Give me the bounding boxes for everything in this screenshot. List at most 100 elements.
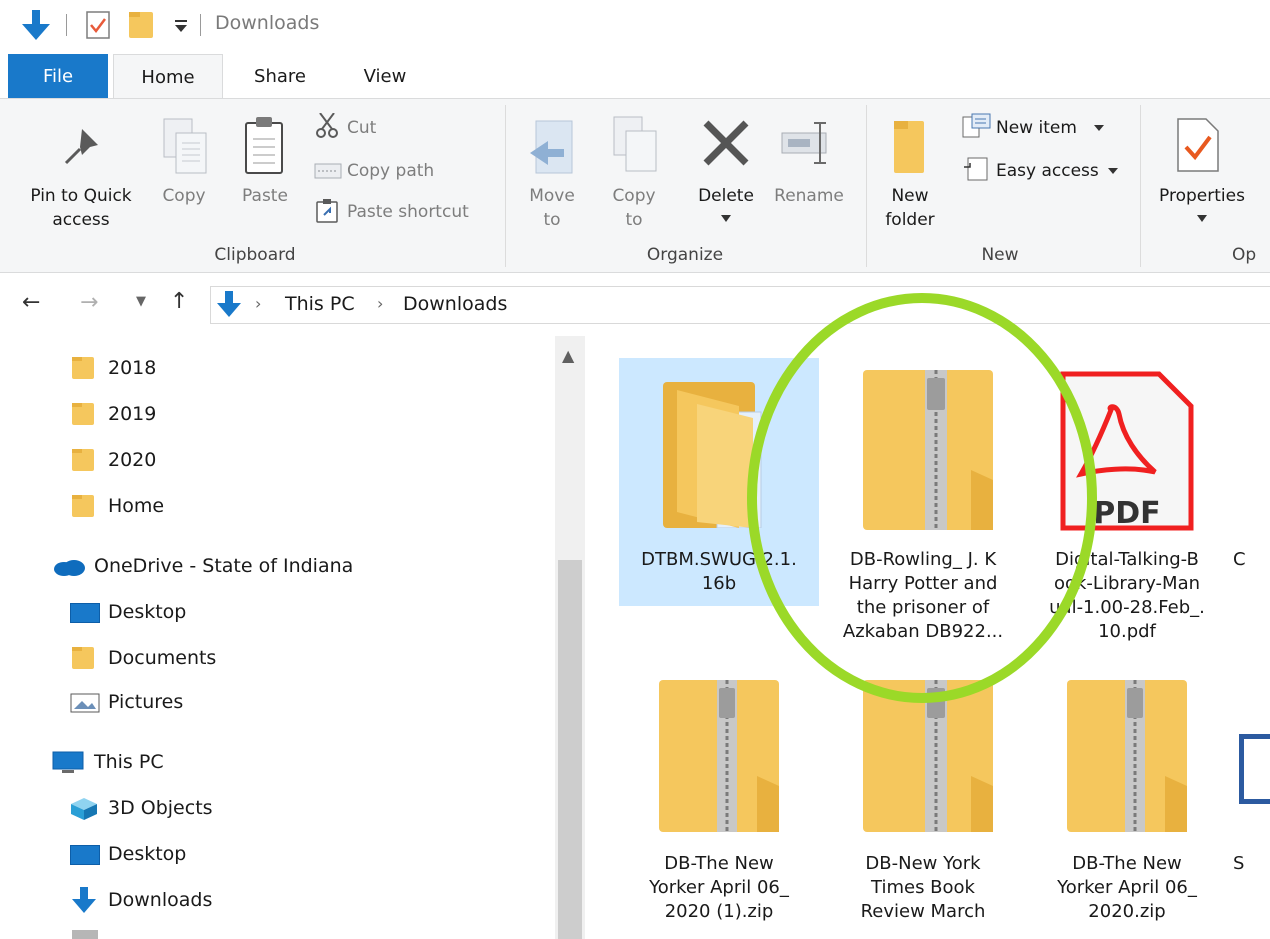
partial-sidebar-icon — [72, 930, 98, 939]
navigation-pane: 2018 2019 2020 Home OneDrive - State of … — [0, 336, 555, 939]
paste-label: Paste — [242, 186, 288, 206]
sidebar-item-onedrive-desktop[interactable]: Desktop — [0, 592, 555, 632]
new-group-label: New — [981, 245, 1019, 265]
paste-shortcut-icon — [316, 199, 338, 223]
sidebar-item-3d-objects[interactable]: 3D Objects — [0, 788, 555, 828]
file-item-partial-2[interactable]: S — [1233, 676, 1270, 939]
move-to-label-2: to — [543, 210, 561, 230]
up-arrow-icon[interactable]: ↑ — [170, 289, 188, 314]
file-name-line: Yorker April 06_ — [1057, 877, 1197, 898]
copy-path-icon — [314, 163, 342, 179]
folder-icon — [72, 449, 94, 471]
customize-toolbar-icon[interactable] — [174, 20, 188, 34]
rename-label: Rename — [774, 186, 844, 206]
new-item-icon — [962, 113, 991, 138]
file-item-new-yorker-1[interactable]: DB-The New Yorker April 06_ 2020 (1).zip — [621, 676, 817, 939]
back-arrow-icon[interactable]: ← — [22, 290, 40, 315]
folder-icon — [72, 495, 94, 517]
folder-icon — [72, 647, 94, 669]
cube-icon — [71, 798, 97, 820]
new-folder-label: New — [891, 186, 929, 206]
pin-label: Pin to Quick — [30, 186, 132, 206]
file-name-line: DB-New York — [865, 853, 981, 874]
sidebar-item-downloads[interactable]: Downloads — [0, 880, 555, 920]
file-item-partial-1[interactable]: C — [1233, 358, 1270, 668]
move-to-label: Move — [529, 186, 575, 206]
breadcrumb-downloads[interactable]: Downloads — [403, 293, 507, 315]
file-item-new-yorker-2[interactable]: DB-The New Yorker April 06_ 2020.zip — [1029, 676, 1225, 939]
copy-to-label: Copy — [612, 186, 656, 206]
file-name-line: C — [1233, 549, 1246, 570]
pin-icon — [64, 129, 98, 165]
clipboard-group-label: Clipboard — [214, 245, 296, 265]
new-folder-quick-icon[interactable] — [128, 11, 154, 39]
properties-label: Properties — [1159, 186, 1245, 206]
folder-icon — [894, 121, 924, 173]
properties-icon — [1177, 118, 1219, 172]
paste-shortcut-label: Paste shortcut — [347, 202, 469, 222]
breadcrumb-separator-icon: › — [377, 294, 384, 313]
download-arrow-icon — [217, 291, 241, 317]
file-name-line: S — [1233, 853, 1245, 874]
clipboard-icon — [245, 117, 283, 174]
move-to-icon — [530, 120, 573, 174]
ribbon-tabs: File Home Share View — [0, 54, 1270, 100]
file-name-line: Review March — [860, 901, 986, 922]
copy-label: Copy — [162, 186, 206, 206]
delete-label: Delete — [698, 186, 754, 206]
open-group-label: Op — [1232, 245, 1257, 265]
file-item-ny-times[interactable]: DB-New York Times Book Review March — [825, 676, 1021, 939]
sidebar-item-onedrive[interactable]: OneDrive - State of Indiana — [0, 546, 555, 586]
copy-path-label: Copy path — [347, 161, 435, 181]
sidebar-scroll-thumb[interactable] — [558, 560, 582, 939]
chevron-down-icon — [1108, 168, 1118, 174]
tab-home[interactable]: Home — [113, 54, 223, 100]
pin-label-2: access — [52, 210, 110, 230]
file-name-line: 2020 (1).zip — [664, 901, 774, 922]
cut-label: Cut — [347, 118, 377, 138]
desktop-icon — [70, 845, 100, 865]
sidebar-item-this-pc[interactable]: This PC — [0, 742, 555, 782]
scroll-up-icon[interactable]: ▲ — [562, 346, 574, 365]
tab-share[interactable]: Share — [240, 54, 320, 99]
cloud-icon — [54, 560, 85, 576]
easy-access-icon — [964, 157, 988, 181]
computer-icon — [52, 751, 84, 773]
pictures-icon — [70, 693, 100, 713]
sidebar-item-home[interactable]: Home — [0, 486, 555, 526]
download-arrow-icon — [72, 887, 96, 913]
file-name-line: Yorker April 06_ — [649, 877, 789, 898]
breadcrumb-this-pc[interactable]: This PC — [285, 293, 355, 315]
file-name-line: Times Book — [871, 877, 975, 898]
scissors-icon — [316, 113, 338, 138]
sidebar-item-desktop[interactable]: Desktop — [0, 834, 555, 874]
tab-view[interactable]: View — [345, 54, 425, 99]
title-bar: Downloads — [0, 0, 1270, 52]
chevron-down-icon — [1094, 125, 1104, 131]
delete-x-icon — [703, 120, 749, 166]
sidebar-item-documents[interactable]: Documents — [0, 638, 555, 678]
file-name-line: 2020.zip — [1088, 901, 1166, 922]
new-item-label: New item — [996, 118, 1077, 138]
properties-quick-icon[interactable] — [86, 11, 110, 39]
sidebar-item-pictures[interactable]: Pictures — [0, 682, 555, 722]
sidebar-item-2020[interactable]: 2020 — [0, 440, 555, 480]
ribbon: Pin to Quick access Copy Paste Cut Copy … — [0, 98, 1270, 273]
recent-locations-chevron-icon[interactable]: ▼ — [136, 294, 146, 309]
rename-icon — [781, 122, 827, 164]
chevron-down-icon — [721, 215, 731, 222]
tab-file[interactable]: File — [8, 54, 108, 99]
new-folder-label-2: folder — [885, 210, 935, 230]
partial-file-icon — [1239, 734, 1270, 804]
copy-to-label-2: to — [625, 210, 643, 230]
annotation-circle — [747, 293, 1097, 703]
download-arrow-icon — [22, 10, 50, 40]
sidebar-item-2019[interactable]: 2019 — [0, 394, 555, 434]
sidebar-item-2018[interactable]: 2018 — [0, 348, 555, 388]
forward-arrow-icon[interactable]: → — [80, 290, 98, 315]
copy-icon — [163, 118, 207, 174]
file-name-line: DB-The New — [1072, 853, 1182, 874]
chevron-down-icon — [1197, 215, 1207, 222]
desktop-icon — [70, 603, 100, 623]
easy-access-label: Easy access — [996, 161, 1099, 181]
